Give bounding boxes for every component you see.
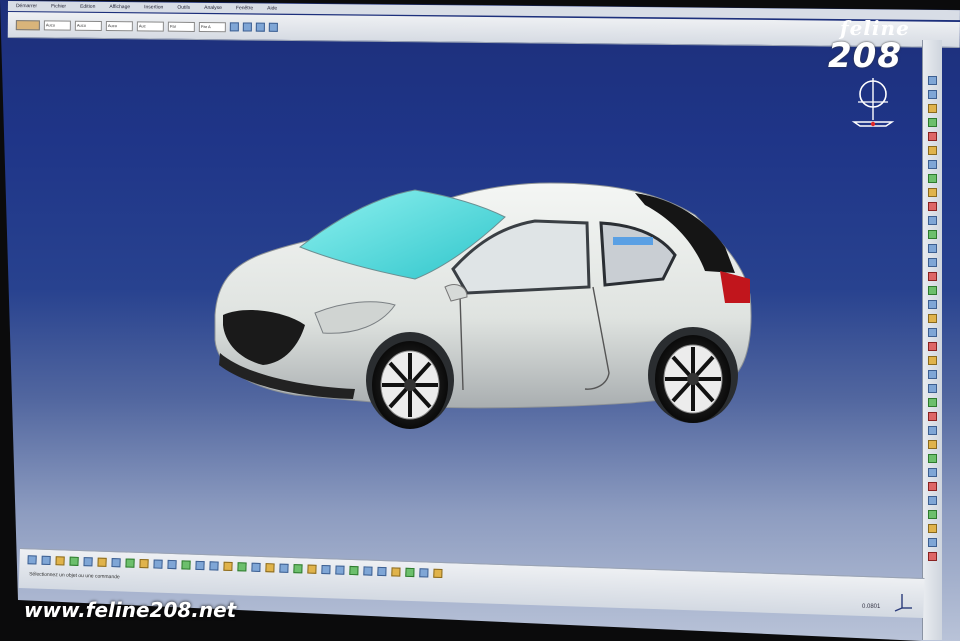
painter-icon[interactable] — [229, 22, 239, 32]
fit-all-icon[interactable] — [223, 561, 233, 571]
help-icon[interactable] — [153, 558, 163, 569]
menu-tools[interactable]: Outils — [177, 5, 190, 11]
draft-icon[interactable] — [928, 482, 937, 491]
menu-window[interactable]: Fenêtre — [236, 5, 253, 11]
fly-mode-icon[interactable] — [209, 560, 219, 571]
table-icon[interactable] — [195, 560, 205, 570]
line-icon[interactable] — [928, 342, 937, 351]
material-icon[interactable] — [405, 567, 415, 577]
render-icon[interactable] — [363, 565, 373, 576]
intersection-icon[interactable] — [928, 384, 937, 393]
pattern-icon[interactable] — [928, 314, 937, 323]
measure-icon[interactable] — [928, 454, 937, 463]
analysis-icon[interactable] — [928, 468, 937, 477]
fill-icon[interactable] — [928, 132, 937, 141]
axis-triad-icon — [894, 594, 912, 612]
update-icon[interactable] — [928, 524, 937, 533]
pan-icon[interactable] — [237, 561, 247, 572]
paste-icon[interactable] — [111, 557, 121, 567]
menu-insert[interactable]: Insertion — [144, 4, 163, 10]
feline208-logo: feline 208 — [812, 16, 952, 80]
cut-icon[interactable] — [83, 556, 93, 566]
point-icon[interactable] — [928, 328, 937, 337]
camera-icon[interactable] — [377, 566, 387, 576]
color-swatch[interactable] — [15, 19, 40, 30]
graph-alt-icon[interactable] — [268, 22, 278, 32]
rendering-combo[interactable]: Par A — [198, 21, 226, 32]
toolbar-row — [19, 552, 924, 596]
split-icon[interactable] — [928, 174, 937, 183]
rear-wheel — [655, 335, 731, 423]
scale-icon[interactable] — [928, 300, 937, 309]
measure-between-icon[interactable] — [419, 567, 429, 578]
logo-number: 208 — [828, 36, 902, 76]
redo-icon[interactable] — [139, 558, 149, 568]
connect-icon[interactable] — [928, 510, 937, 519]
rotate-icon[interactable] — [928, 272, 937, 281]
trim-icon[interactable] — [928, 188, 937, 197]
open-file-icon[interactable] — [41, 555, 51, 565]
hide-show-icon[interactable] — [335, 564, 345, 575]
menu-help[interactable]: Aide — [267, 5, 277, 11]
join-icon[interactable] — [928, 160, 937, 169]
helix-icon[interactable] — [928, 426, 937, 435]
spline-icon[interactable] — [928, 412, 937, 421]
shading-icon[interactable] — [321, 564, 331, 574]
car-3d-model[interactable] — [205, 175, 765, 440]
extract-icon[interactable] — [928, 230, 937, 239]
menu-analysis[interactable]: Analyse — [204, 5, 222, 11]
normal-view-icon[interactable] — [293, 563, 303, 573]
status-bar-text: Sélectionnez un objet ou une commande — [29, 571, 120, 581]
blend-icon[interactable] — [928, 146, 937, 155]
menu-view[interactable]: Affichage — [109, 4, 130, 10]
swap-icon[interactable] — [928, 552, 937, 561]
plane-icon[interactable] — [928, 356, 937, 365]
line-type-combo[interactable]: Aucu — [105, 20, 133, 31]
copy-icon[interactable] — [97, 557, 107, 567]
menu-start[interactable]: Démarrer — [16, 3, 37, 9]
circle-icon[interactable] — [928, 398, 937, 407]
catalog-icon[interactable] — [181, 559, 191, 570]
zoom-in-icon[interactable] — [265, 562, 275, 572]
law-icon[interactable] — [928, 440, 937, 449]
front-wheel — [372, 341, 448, 429]
zoom-out-icon[interactable] — [279, 563, 289, 573]
menu-file[interactable]: Fichier — [51, 3, 66, 9]
projection-icon[interactable] — [928, 370, 937, 379]
catia-viewport[interactable]: Démarrer Fichier Edition Affichage Inser… — [0, 0, 960, 641]
offset-icon[interactable] — [928, 202, 937, 211]
website-url: www.feline208.net — [24, 598, 237, 622]
light-icon[interactable] — [391, 566, 401, 577]
save-icon[interactable] — [55, 555, 65, 565]
print-icon[interactable] — [69, 556, 79, 566]
properties-icon[interactable] — [242, 22, 252, 32]
scale-readout: 0.0801 — [862, 604, 881, 610]
curvature-icon[interactable] — [928, 496, 937, 505]
graph-icon[interactable] — [255, 22, 265, 32]
point-type-combo[interactable]: Auc — [136, 20, 164, 32]
undo-icon[interactable] — [125, 558, 135, 568]
compass-icon[interactable] — [848, 76, 898, 132]
hide-icon[interactable] — [928, 538, 937, 547]
new-file-icon[interactable] — [27, 554, 37, 565]
boundary-icon[interactable] — [928, 216, 937, 225]
extrude-icon[interactable] — [928, 90, 937, 99]
revolve-icon[interactable] — [928, 104, 937, 113]
swap-space-icon[interactable] — [349, 565, 359, 575]
inertia-icon[interactable] — [433, 568, 443, 578]
translate-icon[interactable] — [928, 258, 937, 267]
layer-combo[interactable]: Par — [167, 21, 195, 32]
line-width-combo[interactable]: Aucu — [74, 20, 102, 31]
menu-edit[interactable]: Edition — [80, 4, 95, 10]
transparency-combo[interactable]: Aucu — [43, 19, 71, 31]
formula-icon[interactable] — [167, 559, 177, 569]
fillet-icon[interactable] — [928, 244, 937, 253]
iso-view-icon[interactable] — [307, 564, 317, 574]
rotate-view-icon[interactable] — [251, 562, 261, 572]
symmetry-icon[interactable] — [928, 286, 937, 295]
sweep-icon[interactable] — [928, 118, 937, 127]
workbench-toolbar-right — [922, 40, 942, 640]
